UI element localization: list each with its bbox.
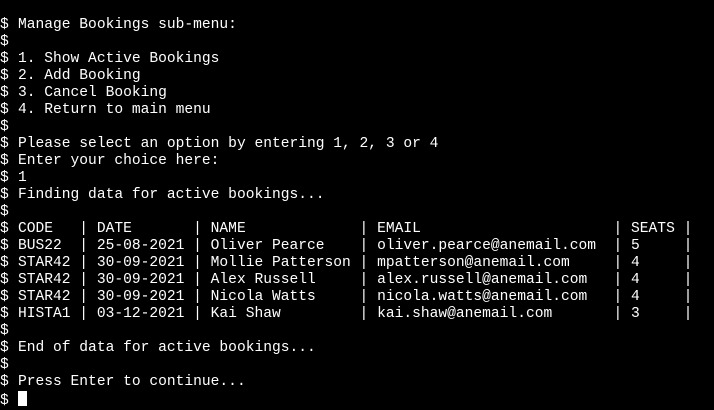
status-message: Finding data for active bookings...: [18, 187, 325, 203]
terminal-line: $ Enter your choice here:: [0, 153, 714, 170]
prompt-symbol: $: [0, 187, 9, 203]
bookings-table: $ CODE | DATE | NAME | EMAIL | SEATS | $ B…: [0, 221, 714, 323]
terminal-line: $4. Return to main menu: [0, 102, 714, 119]
terminal-line: $ Press Enter to continue...: [0, 374, 714, 391]
table-row: $ BUS22 | 25-08-2021 | Oliver Pearce | ol…: [0, 238, 714, 255]
prompt-symbol: $: [0, 272, 9, 288]
prompt-symbol: $: [0, 85, 9, 101]
choice-prompt: Enter your choice here:: [18, 153, 220, 169]
prompt-symbol: $: [0, 119, 9, 135]
prompt-symbol: $: [0, 34, 9, 50]
prompt-symbol: $: [0, 255, 9, 271]
terminal-line: $1: [0, 170, 714, 187]
terminal-line: $: [0, 204, 714, 221]
menu-option-3: 3. Cancel Booking: [18, 85, 167, 101]
text-cursor[interactable]: [18, 391, 27, 406]
terminal-line: $ Manage Bookings sub-menu:: [0, 17, 714, 34]
table-header: $ CODE | DATE | NAME | EMAIL | SEATS |: [0, 221, 714, 238]
table-row: $ HISTA1 | 03-12-2021 | Kai Shaw | kai.sh…: [0, 306, 714, 323]
prompt-symbol: $: [0, 221, 9, 237]
prompt-symbol: $: [0, 357, 9, 373]
table-row: $ STAR42 | 30-09-2021 | Mollie Patterson …: [0, 255, 714, 272]
prompt-symbol: $: [0, 340, 9, 356]
menu-option-4: 4. Return to main menu: [18, 102, 211, 118]
table-row-text: BUS22 | 25-08-2021 | Oliver Pearce | oli…: [18, 238, 693, 254]
end-of-data-message: End of data for active bookings...: [18, 340, 316, 356]
terminal-line: $ End of data for active bookings...: [0, 340, 714, 357]
terminal-line: $: [0, 323, 714, 340]
prompt-symbol: $: [0, 306, 9, 322]
user-choice-input: 1: [18, 170, 27, 186]
terminal-line: $: [0, 357, 714, 374]
terminal-line: $3. Cancel Booking: [0, 85, 714, 102]
prompt-symbol: $: [0, 51, 9, 67]
prompt-symbol: $: [0, 136, 9, 152]
table-row-text: HISTA1 | 03-12-2021 | Kai Shaw | kai.sha…: [18, 306, 693, 322]
table-row-text: STAR42 | 30-09-2021 | Mollie Patterson |…: [18, 255, 693, 271]
continue-prompt: Press Enter to continue...: [18, 374, 246, 390]
prompt-symbol: $: [0, 170, 9, 186]
prompt-symbol: $: [0, 323, 9, 339]
menu-option-2: 2. Add Booking: [18, 68, 141, 84]
terminal-line: $: [0, 34, 714, 51]
table-row: $ STAR42 | 30-09-2021 | Nicola Watts | ni…: [0, 289, 714, 306]
table-row: $ STAR42 | 30-09-2021 | Alex Russell | al…: [0, 272, 714, 289]
table-row-text: STAR42 | 30-09-2021 | Nicola Watts | nic…: [18, 289, 693, 305]
terminal-line: $ Please select an option by entering 1, …: [0, 136, 714, 153]
terminal-line: $ Finding data for active bookings...: [0, 187, 714, 204]
table-header-text: CODE | DATE | NAME | EMAIL | SEATS |: [18, 221, 693, 237]
terminal-line: $1. Show Active Bookings: [0, 51, 714, 68]
prompt-symbol: $: [0, 374, 9, 390]
prompt-symbol: $: [0, 204, 9, 220]
terminal-line: $2. Add Booking: [0, 68, 714, 85]
prompt-symbol: $: [0, 289, 9, 305]
prompt-symbol: $: [0, 102, 9, 118]
terminal-window[interactable]: $ Manage Bookings sub-menu: $ $1. Show Ac…: [0, 0, 714, 410]
prompt-symbol: $: [0, 17, 9, 33]
prompt-symbol: $: [0, 393, 9, 408]
terminal-line: $: [0, 119, 714, 136]
prompt-symbol: $: [0, 153, 9, 169]
prompt-symbol: $: [0, 68, 9, 84]
prompt-symbol: $: [0, 238, 9, 254]
table-row-text: STAR42 | 30-09-2021 | Alex Russell | ale…: [18, 272, 693, 288]
terminal-input-line[interactable]: $: [0, 391, 714, 408]
menu-option-1: 1. Show Active Bookings: [18, 51, 220, 67]
menu-title: Manage Bookings sub-menu:: [18, 17, 237, 33]
selection-instruction: Please select an option by entering 1, 2…: [18, 136, 439, 152]
